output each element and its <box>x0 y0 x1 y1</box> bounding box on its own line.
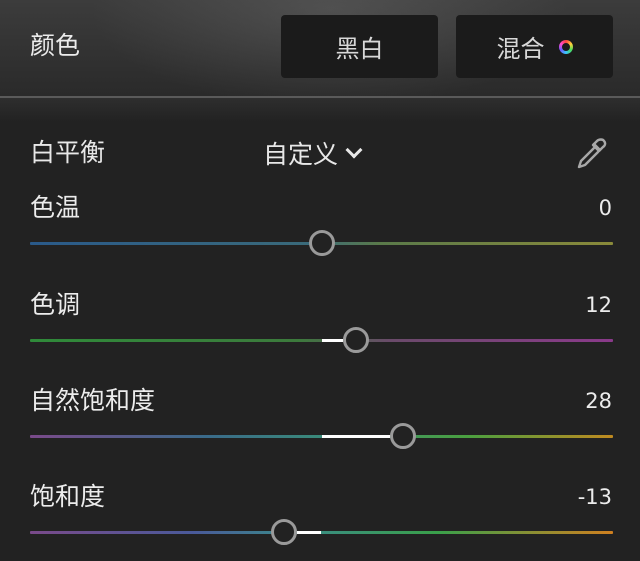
tint-label: 色调 <box>30 290 81 319</box>
temperature-thumb[interactable] <box>308 230 335 256</box>
tint-value[interactable]: 12 <box>585 288 612 322</box>
white-balance-label: 白平衡 <box>30 138 106 167</box>
temperature-slider-row: 色温 0 <box>0 191 640 271</box>
vibrance-track[interactable] <box>30 435 613 438</box>
tint-slider-row: 色调 12 <box>0 288 640 368</box>
vibrance-slider-row: 自然饱和度 28 <box>0 384 640 464</box>
tint-thumb[interactable] <box>343 327 370 353</box>
color-panel-header: 颜色 黑白 混合 <box>0 0 640 96</box>
color-mix-button[interactable]: 混合 <box>456 15 613 78</box>
vibrance-value[interactable]: 28 <box>585 384 612 418</box>
black-white-button[interactable]: 黑白 <box>281 15 438 78</box>
tint-fill <box>321 339 344 342</box>
saturation-value[interactable]: -13 <box>578 480 612 514</box>
temperature-value[interactable]: 0 <box>599 191 612 225</box>
saturation-fill <box>296 531 322 534</box>
color-mix-label: 混合 <box>496 35 545 63</box>
header-shadow <box>0 98 640 122</box>
vibrance-fill <box>321 435 391 438</box>
vibrance-thumb[interactable] <box>390 423 417 449</box>
tint-track[interactable] <box>30 339 613 342</box>
white-balance-dropdown[interactable]: 自定义 <box>263 135 363 171</box>
black-white-label: 黑白 <box>335 35 384 63</box>
eyedropper-icon[interactable] <box>572 136 608 172</box>
temperature-label: 色温 <box>30 193 81 222</box>
saturation-label: 饱和度 <box>30 482 106 511</box>
panel-title: 颜色 <box>30 31 81 60</box>
color-wheel-icon <box>558 39 573 54</box>
saturation-track[interactable] <box>30 531 613 534</box>
white-balance-value: 自定义 <box>263 140 339 169</box>
saturation-slider-row: 饱和度 -13 <box>0 480 640 560</box>
chevron-down-icon <box>345 141 363 159</box>
vibrance-label: 自然饱和度 <box>30 386 156 415</box>
saturation-thumb[interactable] <box>270 519 297 545</box>
